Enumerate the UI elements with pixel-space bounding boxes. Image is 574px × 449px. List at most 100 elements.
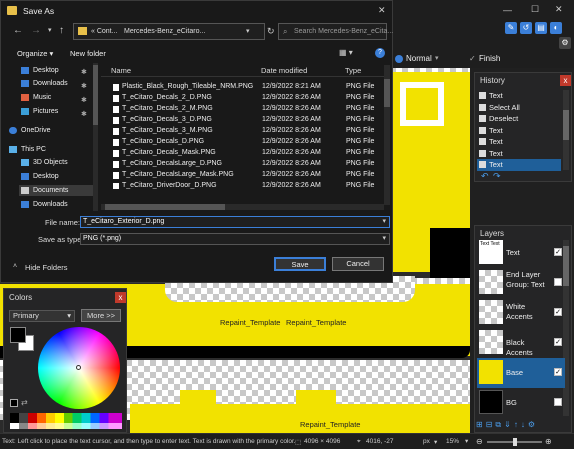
layer-row[interactable]: Black Accents ✓	[477, 328, 565, 358]
nav-item-documents[interactable]: Documents	[19, 185, 97, 196]
zoom-in-icon[interactable]: ⊕	[545, 437, 552, 446]
zoom-level[interactable]: 15%	[446, 438, 459, 445]
redo-icon[interactable]: ↷	[493, 171, 501, 182]
layer-properties-icon[interactable]: ⚙	[528, 420, 538, 429]
chevron-down-icon[interactable]: ▾	[382, 234, 386, 244]
nav-item-onedrive[interactable]: OneDrive	[7, 125, 51, 136]
nav-item-downloads-pc[interactable]: Downloads	[19, 199, 68, 210]
history-item[interactable]: Deselect	[477, 113, 561, 125]
file-row[interactable]: T_eCitaro_Decals_Mask.PNG 12/9/2022 8:26 …	[111, 148, 389, 159]
layer-visibility-checkbox[interactable]: ✓	[554, 308, 562, 316]
column-name[interactable]: Name	[111, 66, 131, 75]
maximize-button[interactable]: ☐	[531, 4, 539, 15]
chevron-down-icon[interactable]: ▾	[246, 27, 250, 35]
refresh-icon[interactable]: ↻	[267, 26, 275, 37]
tools-icon[interactable]: ✎	[505, 22, 517, 34]
layer-row[interactable]: Text Text Text ✓	[477, 238, 565, 268]
forward-arrow-icon[interactable]: →	[31, 25, 41, 36]
cancel-button[interactable]: Cancel	[332, 257, 384, 271]
history-item[interactable]: Text	[477, 125, 561, 137]
layer-row[interactable]: BG	[477, 388, 565, 418]
zoom-slider[interactable]	[487, 438, 542, 446]
settings-icon[interactable]: ⚙	[559, 37, 571, 49]
undo-icon[interactable]: ↶	[481, 171, 489, 182]
duplicate-layer-icon[interactable]: ⧉	[495, 420, 504, 429]
breadcrumb-folder[interactable]: Mercedes-Benz_eCitaro...	[124, 28, 205, 35]
delete-layer-icon[interactable]: ⊟	[486, 420, 496, 429]
history-item[interactable]: Text	[477, 136, 561, 148]
move-up-icon[interactable]: ↑	[514, 420, 521, 429]
layer-row[interactable]: End Layer Group: Text	[477, 268, 565, 298]
layer-visibility-checkbox[interactable]: ✓	[554, 338, 562, 346]
help-icon[interactable]: ?	[375, 48, 385, 58]
history-item[interactable]: Text	[477, 148, 561, 160]
reset-colors-icon[interactable]	[10, 399, 18, 407]
move-down-icon[interactable]: ↓	[521, 420, 528, 429]
file-row[interactable]: T_eCitaro_Decals_3_D.PNG 12/9/2022 8:26 A…	[111, 115, 389, 126]
layer-visibility-checkbox[interactable]	[554, 278, 562, 286]
layer-visibility-checkbox[interactable]: ✓	[554, 248, 562, 256]
chevron-down-icon[interactable]: ▾	[382, 217, 386, 227]
close-history-button[interactable]: x	[560, 75, 571, 86]
up-arrow-icon[interactable]: ↑	[59, 25, 64, 36]
hide-folders-button[interactable]: Hide Folders	[25, 263, 68, 272]
history-item[interactable]: Select All	[477, 102, 561, 114]
more-colors-button[interactable]: More >>	[81, 309, 121, 322]
layer-row-selected[interactable]: Base ✓	[477, 358, 565, 388]
primary-color-swatch[interactable]	[10, 327, 26, 343]
layer-row[interactable]: White Accents ✓	[477, 298, 565, 328]
file-list-hscrollbar[interactable]	[101, 204, 384, 210]
save-type-select[interactable]: PNG (*.png) ▾	[80, 233, 390, 245]
color-mode-dropdown[interactable]: Primary ▾	[9, 310, 75, 322]
swap-colors-icon[interactable]: ⇄	[21, 398, 28, 407]
nav-item-pictures[interactable]: Pictures	[19, 106, 58, 117]
nav-scrollbar[interactable]	[93, 63, 98, 211]
chevron-up-icon[interactable]: ˄	[13, 263, 17, 270]
history-scrollbar[interactable]	[563, 90, 569, 170]
file-row[interactable]: T_eCitaro_DecalsLarge_Mask.PNG 12/9/2022 …	[111, 170, 389, 181]
minimize-button[interactable]: —	[503, 5, 512, 15]
history-item-selected[interactable]: Text	[477, 159, 561, 171]
close-dialog-button[interactable]: ✕	[378, 5, 386, 16]
nav-item-desktop[interactable]: Desktop	[19, 65, 59, 76]
file-row[interactable]: Plastic_Black_Rough_Tileable_NRM.PNG 12/9…	[111, 82, 389, 93]
file-row[interactable]: T_eCitaro_Decals_D.PNG 12/9/2022 8:26 AM P…	[111, 137, 389, 148]
breadcrumb-prefix[interactable]: « Cont...	[91, 28, 117, 35]
save-button[interactable]: Save	[274, 257, 326, 271]
organize-menu[interactable]: Organize ▾	[17, 49, 53, 58]
chevron-down-icon[interactable]: ▾	[48, 26, 52, 34]
zoom-out-icon[interactable]: ⊖	[476, 437, 483, 446]
file-row[interactable]: T_eCitaro_DriverDoor_D.PNG 12/9/2022 8:26…	[111, 181, 389, 189]
address-bar[interactable]: « Cont... Mercedes-Benz_eCitaro... ▾	[73, 23, 265, 40]
file-row[interactable]: T_eCitaro_Decals_2_M.PNG 12/9/2022 8:26 A…	[111, 104, 389, 115]
nav-item-music[interactable]: Music	[19, 92, 51, 103]
add-layer-icon[interactable]: ⊞	[476, 420, 486, 429]
back-arrow-icon[interactable]: ←	[13, 25, 23, 36]
chevron-down-icon[interactable]: ▾	[434, 438, 437, 446]
view-options-icon[interactable]: ▦ ▾	[339, 48, 353, 57]
merge-layer-icon[interactable]: ⇓	[504, 420, 514, 429]
nav-item-downloads[interactable]: Downloads	[19, 78, 68, 89]
column-date-modified[interactable]: Date modified	[261, 66, 307, 75]
layers-toggle-icon[interactable]: ▤	[535, 22, 547, 34]
nav-item-3d-objects[interactable]: 3D Objects	[19, 157, 68, 168]
color-wheel[interactable]	[38, 327, 120, 409]
search-box[interactable]: ⌕ Search Mercedes-Benz_eCita...	[278, 23, 393, 40]
chevron-down-icon[interactable]: ▾	[465, 437, 468, 445]
finish-button[interactable]: Finish	[479, 54, 500, 63]
file-name-input[interactable]: T_eCitaro_Exterior_D.png ▾	[80, 216, 390, 228]
file-row[interactable]: T_eCitaro_DecalsLarge_D.PNG 12/9/2022 8:2…	[111, 159, 389, 170]
layer-visibility-checkbox[interactable]: ✓	[554, 368, 562, 376]
history-toggle-icon[interactable]: ↺	[520, 22, 532, 34]
units-dropdown[interactable]: px	[423, 438, 430, 445]
file-row[interactable]: T_eCitaro_Decals_3_M.PNG 12/9/2022 8:26 A…	[111, 126, 389, 137]
close-colors-button[interactable]: x	[115, 292, 126, 303]
palette-swatches-light[interactable]	[10, 423, 122, 429]
palette-swatches[interactable]	[10, 413, 122, 423]
file-row[interactable]: T_eCitaro_Decals_2_D.PNG 12/9/2022 8:26 A…	[111, 93, 389, 104]
colors-toggle-icon[interactable]: ◐	[550, 22, 562, 34]
history-item[interactable]: Text	[477, 90, 561, 102]
blend-mode-dropdown[interactable]: Normal	[406, 54, 432, 63]
column-type[interactable]: Type	[345, 66, 361, 75]
nav-item-this-pc[interactable]: This PC	[7, 144, 46, 155]
